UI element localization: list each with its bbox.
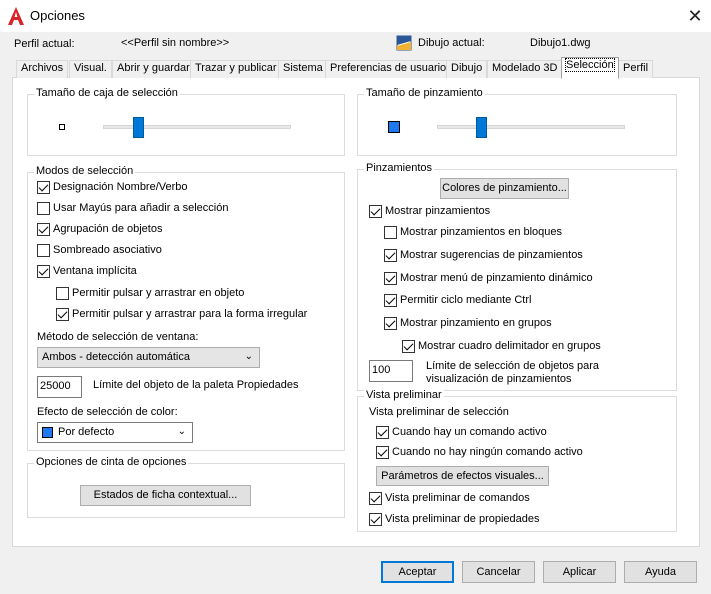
window-method-dropdown[interactable]: Ambos - detección automática ⌄	[37, 347, 260, 368]
bounding-box-groups-label: Mostrar cuadro delimitador en grupos	[418, 340, 601, 352]
dynamic-grip-menu-label: Mostrar menú de pinzamiento dinámico	[400, 272, 593, 284]
preview-title: Vista preliminar	[364, 389, 444, 401]
tab-trazar-publicar[interactable]: Trazar y publicar	[190, 60, 282, 78]
chevron-down-icon: ⌄	[244, 351, 253, 362]
grip-slider-thumb[interactable]	[475, 117, 487, 138]
press-drag-lasso-label: Permitir pulsar y arrastrar para la form…	[72, 308, 308, 320]
pickbox-size-title: Tamaño de caja de selección	[34, 87, 180, 99]
close-icon[interactable]: ✕	[684, 5, 706, 27]
grip-object-limit-input[interactable]: 100	[369, 360, 413, 382]
command-active-checkbox[interactable]	[376, 426, 389, 439]
object-grouping-label: Agrupación de objetos	[53, 223, 163, 235]
shift-add-label: Usar Mayús para añadir a selección	[53, 202, 229, 214]
current-drawing-value: Dibujo1.dwg	[530, 37, 591, 49]
no-command-active-checkbox[interactable]	[376, 446, 389, 459]
tab-sistema[interactable]: Sistema	[278, 60, 328, 78]
accept-button[interactable]: Aceptar	[381, 561, 454, 583]
visual-effects-button[interactable]: Parámetros de efectos visuales...	[376, 466, 549, 486]
grips-title: Pinzamientos	[364, 162, 435, 174]
grip-limit-label-line2: visualización de pinzamientos	[426, 373, 572, 385]
help-button[interactable]: Ayuda	[624, 561, 697, 583]
press-drag-lasso-checkbox[interactable]	[56, 308, 69, 321]
show-grips-checkbox[interactable]	[369, 205, 382, 218]
show-grips-label: Mostrar pinzamientos	[385, 205, 491, 217]
associative-hatch-checkbox[interactable]	[37, 244, 50, 257]
grips-in-blocks-checkbox[interactable]	[384, 226, 397, 239]
grips-in-blocks-label: Mostrar pinzamientos en bloques	[400, 226, 563, 238]
tab-visual[interactable]: Visual.	[69, 60, 112, 78]
grip-in-groups-label: Mostrar pinzamiento en grupos	[400, 317, 552, 329]
press-drag-object-label: Permitir pulsar y arrastrar en objeto	[72, 287, 245, 299]
object-grouping-checkbox[interactable]	[37, 223, 50, 236]
property-preview-label: Vista preliminar de propiedades	[385, 513, 540, 525]
color-swatch	[42, 427, 53, 438]
pickbox-slider-track[interactable]	[103, 125, 291, 129]
tab-modelado-3d[interactable]: Modelado 3D	[487, 60, 563, 78]
pickbox-preview	[59, 124, 65, 130]
apply-button[interactable]: Aplicar	[543, 561, 616, 583]
cancel-button[interactable]: Cancelar	[462, 561, 535, 583]
command-preview-checkbox[interactable]	[369, 492, 382, 505]
grip-limit-label-line1: Límite de selección de objetos para	[426, 360, 600, 372]
implied-window-checkbox[interactable]	[37, 265, 50, 278]
grip-tips-checkbox[interactable]	[384, 249, 397, 262]
grip-colors-button[interactable]: Colores de pinzamiento...	[440, 178, 569, 199]
tab-seleccion[interactable]: Selección	[561, 57, 619, 79]
object-limit-label: Límite del objeto de la paleta Propiedad…	[93, 379, 299, 391]
command-active-label: Cuando hay un comando activo	[392, 426, 547, 438]
autocad-logo-icon	[8, 7, 24, 25]
ctrl-cycling-label: Permitir ciclo mediante Ctrl	[400, 294, 532, 306]
grip-preview	[388, 121, 400, 133]
tab-dibujo[interactable]: Dibujo	[446, 60, 488, 78]
selection-preview-subtitle: Vista preliminar de selección	[369, 406, 509, 418]
color-effect-label: Efecto de selección de color:	[37, 406, 178, 418]
dynamic-grip-menu-checkbox[interactable]	[384, 272, 397, 285]
noun-verb-checkbox[interactable]	[37, 181, 50, 194]
window-title: Opciones	[30, 8, 85, 23]
tab-archivos[interactable]: Archivos	[16, 60, 69, 78]
grip-size-title: Tamaño de pinzamiento	[364, 87, 485, 99]
grip-tips-label: Mostrar sugerencias de pinzamientos	[400, 249, 583, 261]
color-effect-value: Por defecto	[58, 426, 115, 438]
ribbon-options-title: Opciones de cinta de opciones	[34, 456, 189, 468]
window-method-label: Método de selección de ventana:	[37, 331, 199, 343]
implied-window-label: Ventana implícita	[53, 265, 137, 277]
no-command-active-label: Cuando no hay ningún comando activo	[392, 446, 583, 458]
tab-abrir-guardar[interactable]: Abrir y guardar	[112, 60, 195, 78]
command-preview-label: Vista preliminar de comandos	[385, 492, 530, 504]
current-profile-label: Perfil actual:	[14, 38, 75, 50]
grip-slider-track[interactable]	[437, 125, 625, 129]
noun-verb-label: Designación Nombre/Verbo	[53, 181, 188, 193]
pickbox-slider-thumb[interactable]	[133, 117, 145, 138]
color-effect-dropdown[interactable]: Por defecto ⌄	[37, 422, 193, 443]
tab-perfil[interactable]: Perfil	[618, 60, 654, 78]
shift-add-checkbox[interactable]	[37, 202, 50, 215]
current-profile-value: <<Perfil sin nombre>>	[121, 37, 230, 49]
associative-hatch-label: Sombreado asociativo	[53, 244, 162, 256]
drawing-file-icon	[396, 35, 412, 51]
title-bar	[0, 0, 711, 32]
selection-modes-title: Modos de selección	[34, 165, 136, 177]
property-preview-checkbox[interactable]	[369, 513, 382, 526]
window-method-value: Ambos - detección automática	[42, 351, 190, 363]
ctrl-cycling-checkbox[interactable]	[384, 294, 397, 307]
chevron-down-icon: ⌄	[177, 426, 186, 437]
press-drag-object-checkbox[interactable]	[56, 287, 69, 300]
tab-preferencias-usuario[interactable]: Preferencias de usuario	[325, 60, 452, 78]
contextual-tab-states-button[interactable]: Estados de ficha contextual...	[80, 485, 251, 506]
bounding-box-groups-checkbox[interactable]	[402, 340, 415, 353]
object-limit-input[interactable]: 25000	[37, 376, 82, 398]
grip-in-groups-checkbox[interactable]	[384, 317, 397, 330]
current-drawing-label: Dibujo actual:	[418, 37, 485, 49]
